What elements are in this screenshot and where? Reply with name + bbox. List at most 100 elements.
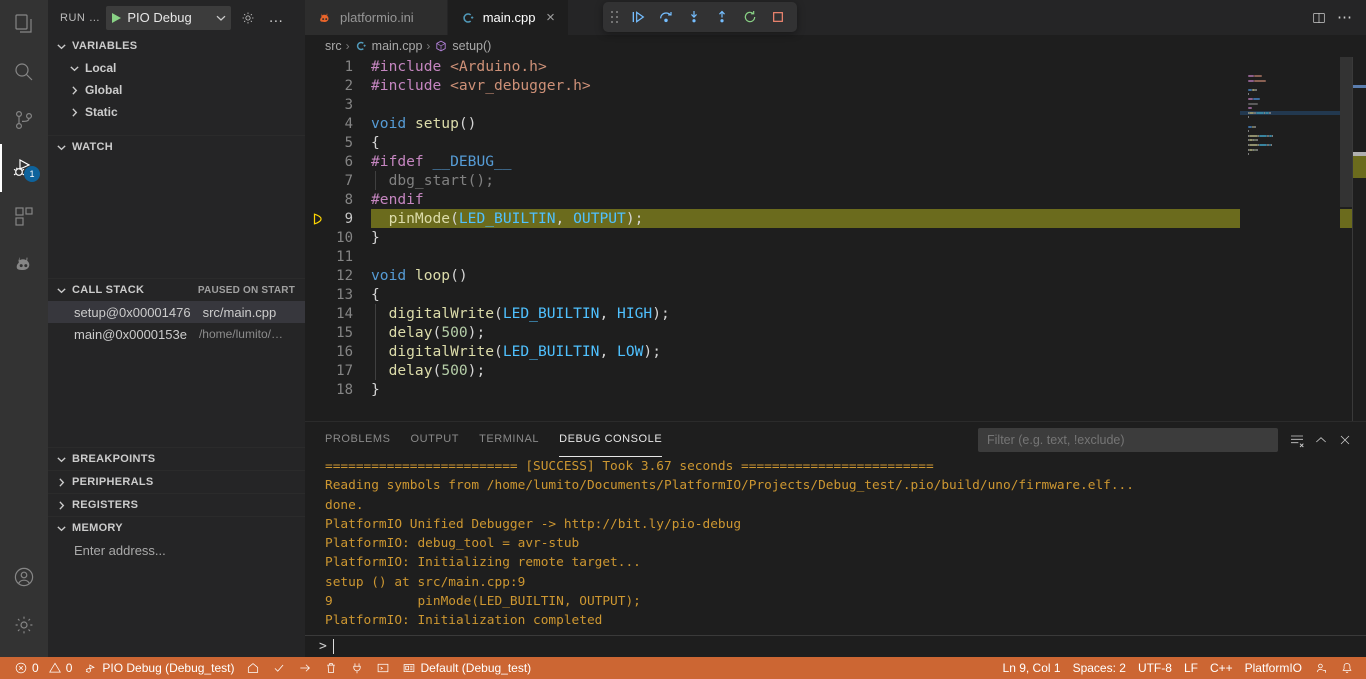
close-icon[interactable]: × [542,10,558,25]
code-line[interactable]: 4 void setup() [305,114,1366,133]
status-pio-upload[interactable] [292,657,318,679]
clear-console-button[interactable] [1286,429,1308,451]
accounts-button[interactable] [0,553,48,601]
tab-output[interactable]: OUTPUT [411,422,460,457]
code-line[interactable]: 11 [305,247,1366,266]
extensions-icon [15,207,33,226]
variables-scope-global[interactable]: Global [48,79,305,101]
workbench-body: 1 RUN … PIO Debug … VARIABLES Local Glob… [0,0,1366,657]
tab-main-cpp[interactable]: main.cpp × [447,0,570,35]
console-line: 9 pinMode(LED_BUILTIN, OUTPUT); [325,594,641,610]
maximize-panel-button[interactable] [1310,429,1332,451]
stop-icon [773,12,783,22]
memory-address-input[interactable]: Enter address... [48,539,305,561]
status-problems[interactable]: 0 0 [8,657,78,679]
section-header-variables[interactable]: VARIABLES [48,35,305,57]
section-header-watch[interactable]: WATCH [48,136,305,158]
code-line[interactable]: 18} [305,380,1366,399]
status-platformio[interactable]: PlatformIO [1239,657,1308,679]
call-stack-frame[interactable]: main@0x0000153e /home/lumito/… [48,323,305,345]
code-line[interactable]: 6 #ifdef __DEBUG__ [305,152,1366,171]
debug-toolbar-drag-handle[interactable] [609,8,621,26]
status-pio-clean[interactable] [318,657,344,679]
variables-scope-local[interactable]: Local [48,57,305,79]
code-line[interactable]: 10} [305,228,1366,247]
call-stack-frame[interactable]: setup@0x00001476 src/main.cpp [48,301,305,323]
debug-sidebar: RUN … PIO Debug … VARIABLES Local Global… [48,0,305,657]
status-live-share[interactable] [1308,657,1334,679]
launch-configuration-dropdown[interactable]: PIO Debug [106,5,232,30]
status-debug-session[interactable]: PIO Debug (Debug_test) [78,657,240,679]
sidebar-item-run-and-debug[interactable]: 1 [0,144,48,192]
code-line[interactable]: 13 { [305,285,1366,304]
sidebar-more-actions-button[interactable]: … [265,7,287,29]
status-pio-build[interactable] [266,657,292,679]
variables-scope-static[interactable]: Static [48,101,305,123]
code-line[interactable]: 16 digitalWrite(LED_BUILTIN, LOW); [305,342,1366,361]
debug-console-input-row[interactable]: > [305,635,1366,657]
debug-step-out-button[interactable] [709,5,735,29]
code-editor[interactable]: 1 #include <Arduino.h> 2 #include <avr_debu… [305,57,1366,421]
code-line[interactable]: 17 delay(500); [305,361,1366,380]
minimap-token [1259,134,1268,137]
code-line[interactable]: 15 delay(500); [305,323,1366,342]
step-into-icon [691,11,697,23]
step-out-icon [719,10,725,23]
section-header-registers[interactable]: REGISTERS [48,494,305,516]
editor-more-actions-button[interactable]: ⋯ [1334,7,1356,29]
code-line[interactable]: 2 #include <avr_debugger.h> [305,76,1366,95]
status-notifications[interactable] [1334,657,1360,679]
glyph-margin[interactable] [305,212,331,226]
breadcrumb-item-src[interactable]: src [325,39,342,53]
open-launch-json-button[interactable] [237,7,259,29]
code-line[interactable]: 5{ [305,133,1366,152]
sidebar-item-explorer[interactable] [0,0,48,48]
tab-terminal[interactable]: TERMINAL [479,422,539,457]
breadcrumb-item-main-cpp[interactable]: main.cpp [354,39,422,53]
breadcrumb-item-setup[interactable]: setup() [434,39,491,53]
code-line[interactable]: 3 [305,95,1366,114]
code-line[interactable]: 8 #endif [305,190,1366,209]
section-header-memory[interactable]: MEMORY [48,517,305,539]
status-encoding[interactable]: UTF-8 [1132,657,1178,679]
code-line[interactable]: 9 pinMode(LED_BUILTIN, OUTPUT); [305,209,1366,228]
code-line[interactable]: 1 #include <Arduino.h> [305,57,1366,76]
section-header-peripherals[interactable]: PERIPHERALS [48,471,305,493]
status-editor-position[interactable]: Ln 9, Col 1 [997,657,1067,679]
code-text: #ifdef __DEBUG__ [371,152,512,171]
code-line[interactable]: 12 void loop() [305,266,1366,285]
sidebar-item-extensions[interactable] [0,192,48,240]
manage-settings-button[interactable] [0,601,48,649]
console-filter-input[interactable] [978,427,1278,452]
code-text: digitalWrite(LED_BUILTIN, HIGH); [371,304,670,323]
sidebar-item-source-control[interactable] [0,96,48,144]
code-line[interactable]: 14 digitalWrite(LED_BUILTIN, HIGH); [305,304,1366,323]
status-indentation[interactable]: Spaces: 2 [1067,657,1132,679]
debug-stop-button[interactable] [765,5,791,29]
status-language-mode[interactable]: C++ [1204,657,1239,679]
sidebar-item-search[interactable] [0,48,48,96]
debug-restart-button[interactable] [737,5,763,29]
section-header-call-stack[interactable]: CALL STACK PAUSED ON START [48,279,305,301]
status-pio-serial-monitor[interactable] [344,657,370,679]
section-header-breakpoints[interactable]: BREAKPOINTS [48,448,305,470]
debug-step-over-button[interactable] [653,5,679,29]
tab-debug-console[interactable]: DEBUG CONSOLE [559,422,663,457]
status-pio-environment[interactable]: Default (Debug_test) [396,657,537,679]
line-number: 9 [344,210,353,227]
sidebar-item-platformio[interactable] [0,240,48,288]
editor-vertical-scrollbar[interactable] [1340,57,1352,207]
code-line[interactable]: 7 dbg_start(); [305,171,1366,190]
close-panel-button[interactable] [1334,429,1356,451]
debug-step-into-button[interactable] [681,5,707,29]
tab-platformio-ini[interactable]: platformio.ini × [305,0,448,35]
editor-minimap[interactable] [1240,57,1340,421]
debug-console-output[interactable]: ========================= [SUCCESS] Took… [305,457,1366,635]
chevron-right-icon: › [345,39,350,53]
split-editor-right-button[interactable] [1308,7,1330,29]
status-eol[interactable]: LF [1178,657,1204,679]
debug-continue-button[interactable] [625,5,651,29]
tab-problems[interactable]: PROBLEMS [325,422,391,457]
status-pio-home[interactable] [240,657,266,679]
status-pio-new-terminal[interactable] [370,657,396,679]
